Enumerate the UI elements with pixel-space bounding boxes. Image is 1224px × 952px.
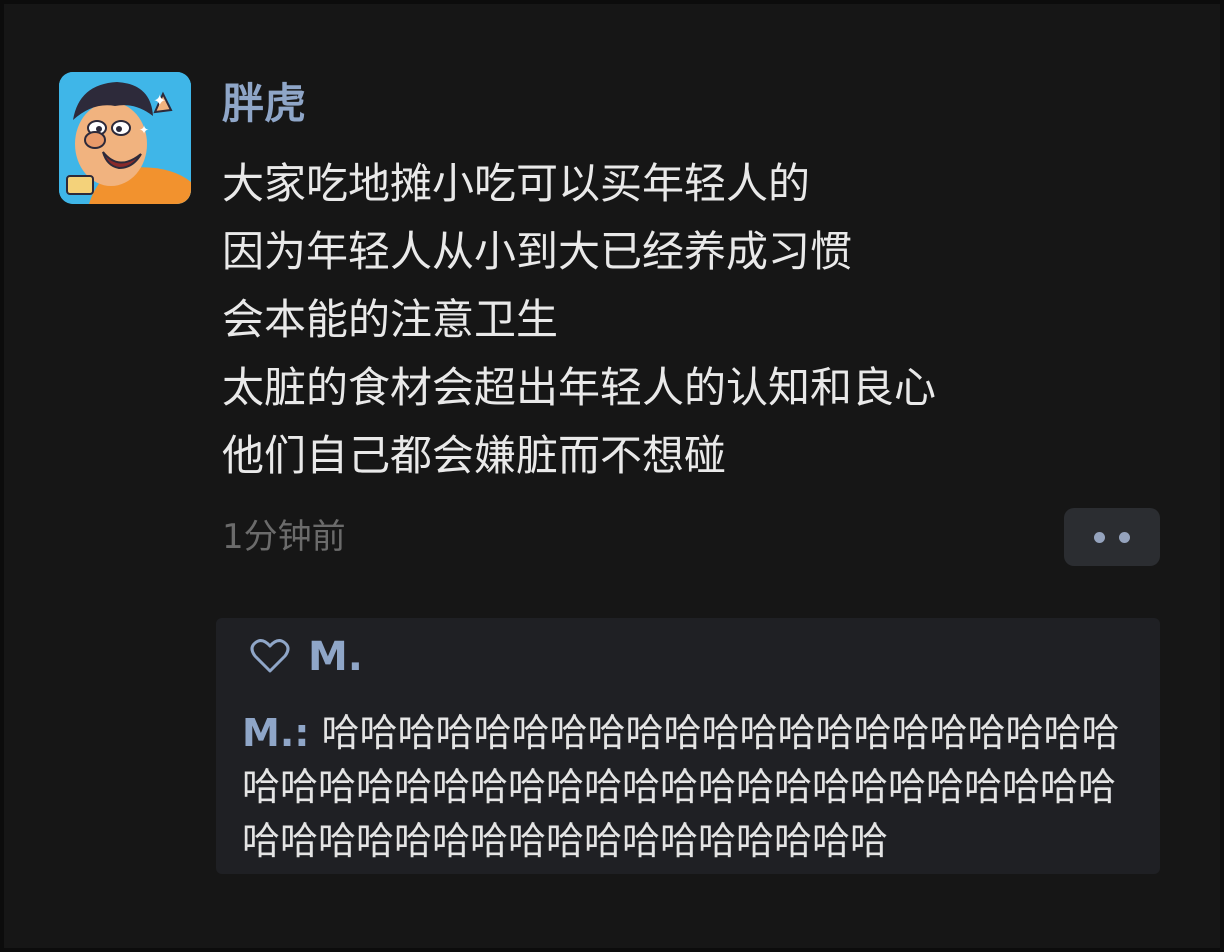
post-line: 他们自己都会嫌脏而不想碰	[222, 431, 727, 480]
post-timestamp: 1分钟前	[222, 517, 346, 557]
cartoon-avatar-icon: ✦ ✦	[59, 72, 191, 204]
comment-author[interactable]: M.:	[242, 711, 309, 755]
heart-icon[interactable]	[250, 638, 290, 674]
avatar[interactable]: ✦ ✦	[59, 72, 191, 204]
more-dots-icon	[1094, 532, 1105, 543]
svg-text:✦: ✦	[153, 91, 166, 110]
comment-text: 哈哈哈哈哈哈哈哈哈哈哈哈哈哈哈哈哈哈哈哈哈哈哈哈哈哈哈哈哈哈哈哈哈哈哈哈哈哈哈哈…	[242, 711, 1120, 863]
more-dots-icon	[1119, 532, 1130, 543]
post-line: 因为年轻人从小到大已经养成习惯	[222, 227, 853, 276]
svg-text:✦: ✦	[139, 123, 149, 137]
post-line: 会本能的注意卫生	[222, 295, 559, 344]
liked-by-name[interactable]: M.	[308, 632, 363, 682]
post-line: 大家吃地摊小吃可以买年轻人的	[222, 159, 811, 208]
interaction-panel: M. M.: 哈哈哈哈哈哈哈哈哈哈哈哈哈哈哈哈哈哈哈哈哈哈哈哈哈哈哈哈哈哈哈哈哈…	[216, 618, 1160, 874]
author-name[interactable]: 胖虎	[222, 78, 306, 130]
post-content: 大家吃地摊小吃可以买年轻人的 因为年轻人从小到大已经养成习惯 会本能的注意卫生 …	[222, 150, 936, 490]
more-options-button[interactable]	[1064, 508, 1160, 566]
comment[interactable]: M.: 哈哈哈哈哈哈哈哈哈哈哈哈哈哈哈哈哈哈哈哈哈哈哈哈哈哈哈哈哈哈哈哈哈哈哈哈…	[242, 706, 1152, 868]
post-line: 太脏的食材会超出年轻人的认知和良心	[222, 363, 937, 412]
